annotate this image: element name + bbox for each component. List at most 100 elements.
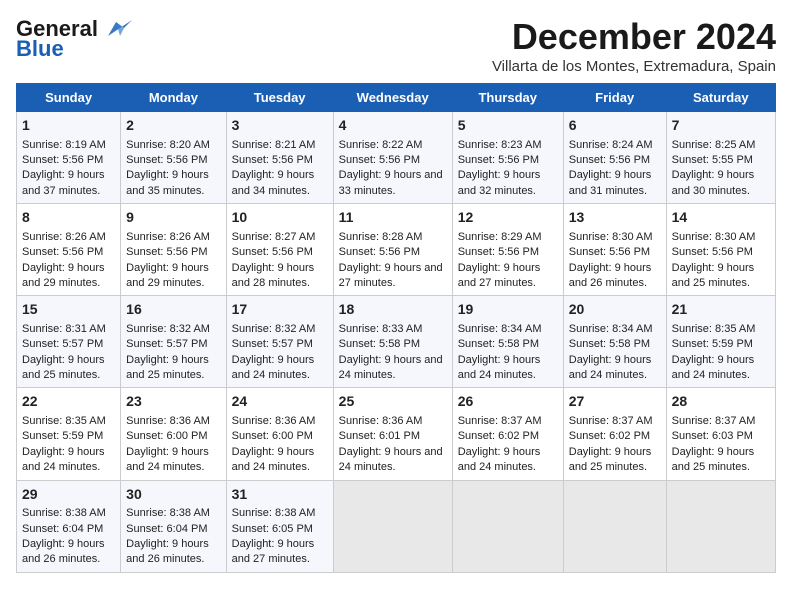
day-number: 11 [339, 208, 447, 228]
day-number: 27 [569, 392, 661, 412]
day-number: 5 [458, 116, 558, 136]
daylight-text: Daylight: 9 hours and 24 minutes. [672, 354, 755, 381]
sunset-text: Sunset: 5:56 PM [339, 246, 420, 258]
daylight-text: Daylight: 9 hours and 25 minutes. [672, 446, 755, 473]
day-number: 19 [458, 300, 558, 320]
daylight-text: Daylight: 9 hours and 24 minutes. [232, 446, 315, 473]
sunset-text: Sunset: 6:00 PM [126, 430, 207, 442]
calendar-cell: 31Sunrise: 8:38 AMSunset: 6:05 PMDayligh… [226, 480, 333, 572]
calendar-cell: 17Sunrise: 8:32 AMSunset: 5:57 PMDayligh… [226, 296, 333, 388]
page-header: General Blue December 2024 Villarta de l… [16, 16, 776, 75]
sunset-text: Sunset: 6:02 PM [569, 430, 650, 442]
day-number: 20 [569, 300, 661, 320]
sunset-text: Sunset: 6:01 PM [339, 430, 420, 442]
daylight-text: Daylight: 9 hours and 24 minutes. [126, 446, 209, 473]
daylight-text: Daylight: 9 hours and 31 minutes. [569, 169, 652, 196]
calendar-week-row: 15Sunrise: 8:31 AMSunset: 5:57 PMDayligh… [17, 296, 776, 388]
day-number: 21 [672, 300, 770, 320]
sunset-text: Sunset: 5:58 PM [458, 338, 539, 350]
day-number: 18 [339, 300, 447, 320]
day-number: 22 [22, 392, 115, 412]
calendar-cell: 6Sunrise: 8:24 AMSunset: 5:56 PMDaylight… [563, 112, 666, 204]
daylight-text: Daylight: 9 hours and 27 minutes. [458, 262, 541, 289]
sunrise-text: Sunrise: 8:38 AM [126, 507, 210, 519]
sunrise-text: Sunrise: 8:36 AM [339, 415, 423, 427]
sunrise-text: Sunrise: 8:26 AM [126, 231, 210, 243]
sunset-text: Sunset: 6:04 PM [22, 523, 103, 535]
day-number: 26 [458, 392, 558, 412]
day-number: 15 [22, 300, 115, 320]
sunset-text: Sunset: 5:57 PM [232, 338, 313, 350]
sunset-text: Sunset: 5:56 PM [672, 246, 753, 258]
daylight-text: Daylight: 9 hours and 25 minutes. [672, 262, 755, 289]
sunset-text: Sunset: 5:56 PM [458, 246, 539, 258]
sunset-text: Sunset: 5:59 PM [22, 430, 103, 442]
calendar-cell: 11 Sunrise: 8:28 AM Sunset: 5:56 PM Dayligh… [333, 204, 452, 296]
day-number: 28 [672, 392, 770, 412]
sunset-text: Sunset: 6:04 PM [126, 523, 207, 535]
calendar-cell: 2 Sunrise: 8:20 AM Sunset: 5:56 PM Daylight… [121, 112, 226, 204]
sunset-text: Sunset: 5:56 PM [126, 154, 207, 166]
sunrise-text: Sunrise: 8:30 AM [569, 231, 653, 243]
daylight-text: Daylight: 9 hours and 32 minutes. [458, 169, 541, 196]
sunset-text: Sunset: 5:56 PM [339, 154, 420, 166]
daylight-text: Daylight: 9 hours and 29 minutes. [22, 262, 105, 289]
sunrise-text: Sunrise: 8:36 AM [126, 415, 210, 427]
daylight-text: Daylight: 9 hours and 26 minutes. [569, 262, 652, 289]
page-title: December 2024 [492, 16, 776, 58]
sunrise-text: Sunrise: 8:27 AM [232, 231, 316, 243]
daylight-text: Daylight: 9 hours and 27 minutes. [339, 262, 443, 289]
calendar-cell: 29Sunrise: 8:38 AMSunset: 6:04 PMDayligh… [17, 480, 121, 572]
day-number: 8 [22, 208, 115, 228]
day-number: 7 [672, 116, 770, 136]
daylight-text: Daylight: 9 hours and 24 minutes. [569, 354, 652, 381]
daylight-text: Daylight: 9 hours and 24 minutes. [339, 446, 443, 473]
sunset-text: Sunset: 5:56 PM [569, 154, 650, 166]
sunset-text: Sunset: 5:58 PM [339, 338, 420, 350]
sunrise-text: Sunrise: 8:32 AM [126, 323, 210, 335]
sunset-text: Sunset: 5:56 PM [22, 154, 103, 166]
sunset-text: Sunset: 6:05 PM [232, 523, 313, 535]
sunrise-text: Sunrise: 8:26 AM [22, 231, 106, 243]
sunrise-text: Sunrise: 8:37 AM [458, 415, 542, 427]
day-number: 24 [232, 392, 328, 412]
day-number: 17 [232, 300, 328, 320]
calendar-cell: 12Sunrise: 8:29 AMSunset: 5:56 PMDayligh… [452, 204, 563, 296]
col-monday: Monday [121, 84, 226, 112]
sunrise-text: Sunrise: 8:37 AM [672, 415, 756, 427]
calendar-cell: 14 Sunrise: 8:30 AM Sunset: 5:56 PM Dayligh… [666, 204, 775, 296]
sunrise-text: Sunrise: 8:30 AM [672, 231, 756, 243]
sunrise-text: Sunrise: 8:19 AM [22, 139, 106, 151]
day-number: 1 [22, 116, 115, 136]
logo-bird-icon [100, 18, 132, 40]
daylight-text: Daylight: 9 hours and 25 minutes. [22, 354, 105, 381]
calendar-cell: 4Sunrise: 8:22 AMSunset: 5:56 PMDaylight… [333, 112, 452, 204]
sunrise-text: Sunrise: 8:24 AM [569, 139, 653, 151]
sunrise-text: Sunrise: 8:20 AM [126, 139, 210, 151]
calendar-cell: 16Sunrise: 8:32 AMSunset: 5:57 PMDayligh… [121, 296, 226, 388]
calendar-cell: 23Sunrise: 8:36 AMSunset: 6:00 PMDayligh… [121, 388, 226, 480]
daylight-text: Daylight: 9 hours and 25 minutes. [126, 354, 209, 381]
calendar-cell: 26Sunrise: 8:37 AMSunset: 6:02 PMDayligh… [452, 388, 563, 480]
col-saturday: Saturday [666, 84, 775, 112]
calendar-week-row: 8 Sunrise: 8:26 AM Sunset: 5:56 PM Daylight… [17, 204, 776, 296]
day-number: 31 [232, 485, 328, 505]
day-number: 10 [232, 208, 328, 228]
col-thursday: Thursday [452, 84, 563, 112]
calendar-cell: 18Sunrise: 8:33 AMSunset: 5:58 PMDayligh… [333, 296, 452, 388]
logo-blue: Blue [16, 36, 64, 62]
col-friday: Friday [563, 84, 666, 112]
calendar-cell: 10Sunrise: 8:27 AMSunset: 5:56 PMDayligh… [226, 204, 333, 296]
sunset-text: Sunset: 5:56 PM [126, 246, 207, 258]
sunrise-text: Sunrise: 8:28 AM [339, 231, 423, 243]
col-wednesday: Wednesday [333, 84, 452, 112]
calendar-week-row: 22Sunrise: 8:35 AMSunset: 5:59 PMDayligh… [17, 388, 776, 480]
day-number: 2 [126, 116, 220, 136]
logo: General Blue [16, 16, 132, 62]
calendar-cell: 5Sunrise: 8:23 AMSunset: 5:56 PMDaylight… [452, 112, 563, 204]
day-number: 14 [672, 208, 770, 228]
sunrise-text: Sunrise: 8:33 AM [339, 323, 423, 335]
day-number: 12 [458, 208, 558, 228]
sunrise-text: Sunrise: 8:36 AM [232, 415, 316, 427]
daylight-text: Daylight: 9 hours and 35 minutes. [126, 169, 209, 196]
